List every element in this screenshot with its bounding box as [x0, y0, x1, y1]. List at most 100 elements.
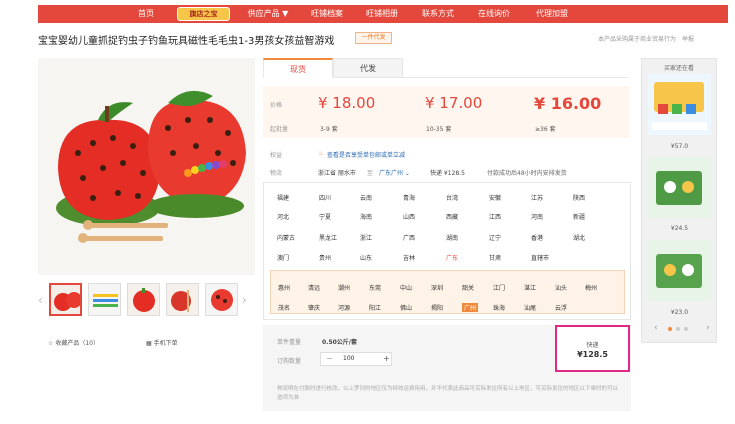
city-option[interactable]: 江门: [493, 283, 505, 292]
increase-button[interactable]: +: [383, 354, 390, 363]
thumbnail-2[interactable]: [88, 283, 121, 316]
city-option[interactable]: 惠州: [278, 283, 290, 292]
city-option[interactable]: 阳江: [369, 303, 381, 312]
province-option[interactable]: 山东: [360, 253, 372, 262]
province-option[interactable]: 广东: [446, 253, 458, 262]
province-option[interactable]: 浙江: [360, 233, 372, 242]
province-option[interactable]: 云南: [360, 193, 372, 202]
report-links[interactable]: 本产品采购属于商业贸易行为 举报: [598, 34, 694, 43]
sidebar-prev-icon[interactable]: ‹: [654, 323, 658, 333]
province-option[interactable]: 山西: [403, 212, 415, 221]
city-option[interactable]: 揭阳: [431, 303, 443, 312]
province-option[interactable]: 澳门: [277, 253, 289, 262]
province-option[interactable]: 河南: [531, 212, 543, 221]
province-option[interactable]: 直辖市: [531, 253, 549, 262]
thumbnail-5[interactable]: [205, 283, 238, 316]
city-option[interactable]: 云浮: [555, 303, 567, 312]
city-option[interactable]: 潮州: [338, 283, 350, 292]
sidebar-product-1[interactable]: [648, 74, 711, 135]
thumb-next-icon[interactable]: ›: [242, 293, 247, 307]
city-option[interactable]: 韶关: [462, 283, 474, 292]
province-option[interactable]: 四川: [319, 193, 331, 202]
province-option[interactable]: 西藏: [446, 212, 458, 221]
qty-tier-3: ≥36 套: [535, 126, 556, 133]
province-option[interactable]: 黑龙江: [319, 233, 337, 242]
quantity-input[interactable]: 100: [343, 355, 354, 362]
price-tier-1: ¥ 18.00: [318, 94, 376, 112]
nav-album[interactable]: 旺铺相册: [356, 5, 408, 23]
city-panel: [270, 270, 625, 314]
carousel-dot[interactable]: [684, 327, 688, 331]
nav-agent[interactable]: 代理加盟: [526, 5, 578, 23]
top-nav: 首页 旗店之宝 供应产品 ▼ 旺铺档案 旺铺相册 联系方式 在线询价 代理加盟: [38, 5, 728, 23]
city-option[interactable]: 清远: [308, 283, 320, 292]
tab-dropship[interactable]: 代发: [333, 58, 403, 78]
city-option[interactable]: 中山: [400, 283, 412, 292]
nav-inquiry[interactable]: 在线询价: [468, 5, 520, 23]
province-option[interactable]: 福建: [277, 193, 289, 202]
shipping-summary: 快递 ¥128.5: [555, 325, 630, 372]
ship-to-select[interactable]: 广东广州 ⌄: [379, 168, 410, 177]
city-option[interactable]: 茂名: [278, 303, 290, 312]
thumbnail-4[interactable]: [166, 283, 199, 316]
main-product-image[interactable]: [38, 58, 255, 275]
favorite-label: 收藏产品（10）: [55, 340, 99, 347]
province-option[interactable]: 新疆: [573, 212, 585, 221]
city-option[interactable]: 河源: [338, 303, 350, 312]
city-option[interactable]: 汕尾: [524, 303, 536, 312]
mobile-order-button[interactable]: ▦ 手机下单: [146, 338, 178, 347]
province-option[interactable]: 台湾: [446, 193, 458, 202]
decrease-button[interactable]: −: [326, 354, 333, 363]
province-option[interactable]: 吉林: [403, 253, 415, 262]
province-option[interactable]: 宁夏: [319, 212, 331, 221]
province-option[interactable]: 江西: [489, 212, 501, 221]
thumbnail-3[interactable]: [127, 283, 160, 316]
coupon-icon: ♨: [318, 150, 324, 157]
province-option[interactable]: 海南: [360, 212, 372, 221]
province-option[interactable]: 湖北: [573, 233, 585, 242]
city-option[interactable]: 广州: [462, 303, 479, 312]
sidebar-product-2[interactable]: [648, 157, 711, 218]
sidebar-price-2: ¥24.5: [670, 225, 689, 232]
tab-in-stock[interactable]: 现货: [263, 58, 333, 78]
nav-profile[interactable]: 旺铺档案: [301, 5, 353, 23]
logistics-note: 物流明在付款时进行核改，以上罗列的地区仅为特效运费用用，并不代表此商品可买际发往…: [277, 386, 619, 401]
nav-products[interactable]: 供应产品 ▼: [237, 5, 299, 23]
city-option[interactable]: 湛江: [524, 283, 536, 292]
favorite-button[interactable]: ☆ 收藏产品（10）: [48, 338, 99, 347]
sidebar-title: 买家还在看: [663, 65, 694, 72]
sidebar-next-icon[interactable]: ›: [706, 323, 710, 333]
rights-link[interactable]: 查看是否享受单包邮或单立减: [327, 150, 405, 159]
province-option[interactable]: 广西: [403, 233, 415, 242]
shop-logo[interactable]: 旗店之宝: [177, 7, 230, 21]
city-option[interactable]: 深圳: [431, 283, 443, 292]
province-option[interactable]: 江苏: [531, 193, 543, 202]
province-option[interactable]: 安徽: [489, 193, 501, 202]
sidebar-product-3[interactable]: [648, 240, 711, 301]
city-option[interactable]: 珠海: [493, 303, 505, 312]
qrcode-icon: ▦: [146, 340, 152, 347]
city-option[interactable]: 佛山: [400, 303, 412, 312]
province-option[interactable]: 湖南: [446, 233, 458, 242]
province-option[interactable]: 辽宁: [489, 233, 501, 242]
province-option[interactable]: 香港: [531, 233, 543, 242]
price-label: 价格: [270, 102, 283, 109]
nav-contact[interactable]: 联系方式: [412, 5, 464, 23]
province-option[interactable]: 青海: [403, 193, 415, 202]
city-option[interactable]: 肇庆: [308, 303, 320, 312]
city-option[interactable]: 汕头: [555, 283, 567, 292]
city-option[interactable]: 梅州: [585, 283, 597, 292]
carousel-dot[interactable]: [676, 327, 680, 331]
city-option[interactable]: 东莞: [369, 283, 381, 292]
thumb-prev-icon[interactable]: ‹: [38, 293, 43, 307]
thumbnail-1[interactable]: [49, 283, 82, 316]
province-option[interactable]: 贵州: [319, 253, 331, 262]
product-title: 宝宝婴幼儿童抓捉钓虫子钓鱼玩具磁性毛毛虫1-3男孩女孩益智游戏: [38, 36, 335, 47]
province-option[interactable]: 内蒙古: [277, 233, 295, 242]
province-option[interactable]: 河北: [277, 212, 289, 221]
nav-home[interactable]: 首页: [126, 5, 166, 23]
carousel-dot-active[interactable]: [668, 327, 672, 331]
quantity-label: 订购数量: [277, 358, 302, 365]
province-option[interactable]: 甘肃: [489, 253, 501, 262]
province-option[interactable]: 陕西: [573, 193, 585, 202]
